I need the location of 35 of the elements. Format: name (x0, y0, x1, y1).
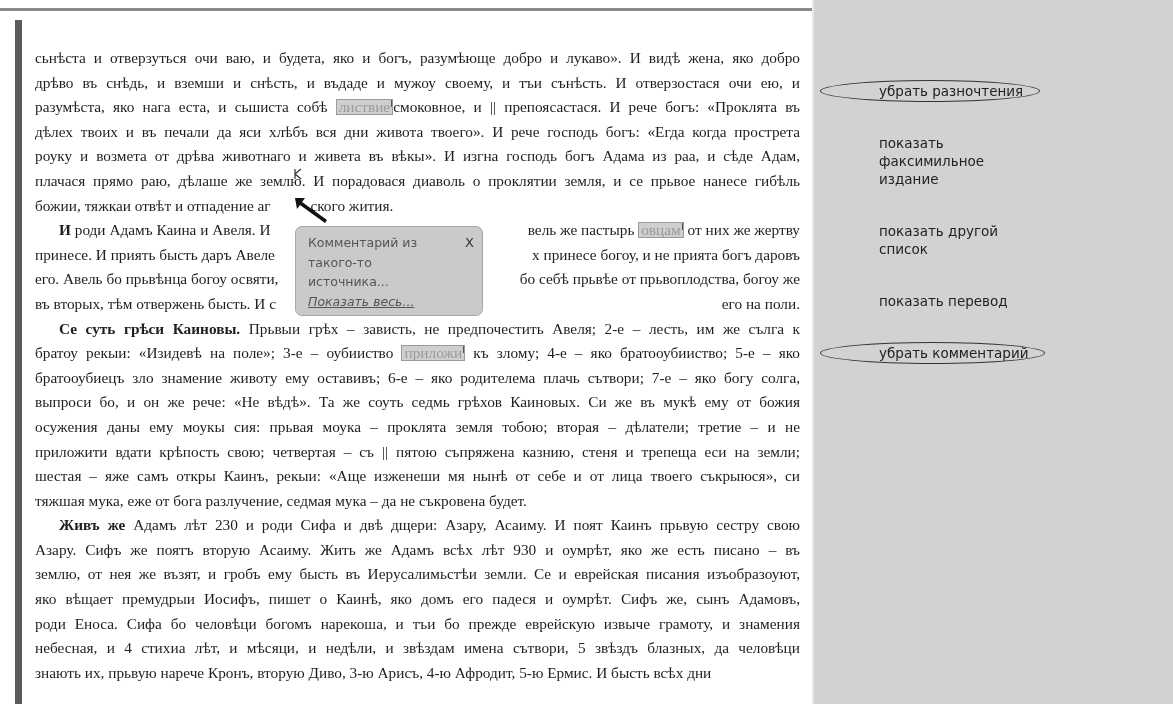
text-line: божии, тяжкаи отвѣт и отпадение аг ского жития. (35, 195, 395, 216)
text-line: землю, от нея же възят, и гробъ ему бысть въ Иерусалимьстѣи земли. Се и еврейская писания изъобразоуют, (35, 564, 800, 585)
comment-text: такого-то (308, 253, 373, 272)
text-line: бо себѣ прьвѣе от прьвоплодства, богоу же (519, 269, 800, 290)
text-line: Се суть грѣси Каиновы. Прьвыи грѣх – зависть, не предпочестить Авеля; 2-е – лесть, им же сълга к (58, 318, 800, 339)
text-line: небесная, и 4 стихиа лѣт, и мѣсяци, и недѣли, и звѣздам имена сътвори, 5 звѣздъ блазных, да человѣци (35, 638, 800, 659)
text-line: х принесе богоу, и не прията богъ даровъ (532, 244, 800, 265)
text-line: знають их, прьвую нарече Кронъ, вторую Диво, 3-ю Арисъ, 4-ю Афродит, 5-ю Ермис. И бысть всѣх дни (35, 662, 713, 683)
text-line: въ вторых, тѣм отвержень бысть. И с (35, 293, 276, 314)
text-line: роди Еноса. Сифа бо человѣци богомъ нарекоша, и тъи бо прежде еврейскую извыче грамоту, и знамения (35, 613, 800, 634)
text-line: дѣлех твоих и въ печали да яси хлѣбъ вся дни живота твоего». И рече господь богъ: «Егда когда прострета (35, 121, 800, 142)
comment-text: источника... (308, 273, 390, 291)
text-line: сьнѣста и отверзуться очи ваю, и будета, яко и богъ, разумѣюще добро и лукаво». И видѣ жена, яко добро (35, 48, 800, 68)
text-line: его на поли. (721, 293, 800, 314)
text-line: дрѣво въ снѣдь, и вземши и снѣсть, и въдаде и мужоу своему, и тъи сънѣсть. И отверзостася очи ею, и (35, 72, 800, 93)
text-line: приложити вдати крѣпость свою; четвертая – съ || пятою съпряжена казнию, стеня и трепеща еси на земли; (35, 441, 800, 462)
sidebar-link[interactable]: показать другой список (820, 220, 1040, 260)
text-line: плачася прямо раю, дѣлаше же землю. И порадовася диаволь о проклятии земля, и се прьвое нанесе гибѣль (35, 170, 800, 191)
text-line: осужения даны ему моукы сия: прьвая моука – проклята земля тобою; вторая – дѣлатели; третие – и не (35, 416, 800, 437)
sidebar-link[interactable]: показать перевод (820, 290, 1040, 312)
text-line: И роди Адамъ Каина и Авеля. И (58, 220, 271, 241)
text-line: шестая – яже самъ откры Каинъ, рекыи: «Аще изженеши мя нынѣ от себе и от лица твоего съкрыюся», си (35, 466, 800, 487)
text-line: его. Авель бо прьвѣнца богоу освяти, (35, 269, 279, 290)
text-line: принесе. И приять бысть даръ Авеле (35, 244, 275, 265)
text-line: Живъ же Адамъ лѣт 230 и роди Сифа и двѣ дщери: Азару, Асаиму. И поят Каинъ прьвую сестру свою (58, 515, 800, 536)
text-line: братооубиецъ зло знамение животу ему оставивъ; 6-е – яко родителема плачь сътвори; 7-е – яко богу солга, (35, 367, 800, 388)
text-line: выпроси бо, и он же рече: «Не вѣдѣ». Та же соуть седмь грѣхов Каиновых. Си же въ мукѣ ему от божия (35, 392, 800, 413)
text-line: Азару. Сифъ же поятъ вторую Асаиму. Жить же Адамъ всѣх лѣт 930 и оумрѣт, яко же есть писано – въ (35, 539, 800, 560)
text-line: роуку и возмета от дрѣва животнаго и живета въ вѣкы». И изгна господь богъ Адама из раа, и сѣде Адам, (35, 146, 800, 167)
sidebar-link[interactable]: показать факсимильное издание (820, 132, 1040, 190)
show-all-link[interactable]: Показать весь... (308, 291, 466, 311)
text-line: тяжшая мука, еже от бога разлучение, седмая мука – да не съкровена будет. (35, 490, 528, 511)
close-button[interactable]: X (465, 235, 474, 250)
text-line: яко вѣщает премудрыи Иосифъ, пишет о Каинѣ, яко домъ его падеся и оумрѣт. Сифъ же, сынъ Адамовъ, (35, 589, 800, 610)
comment-text: Комментарий из (308, 234, 419, 252)
